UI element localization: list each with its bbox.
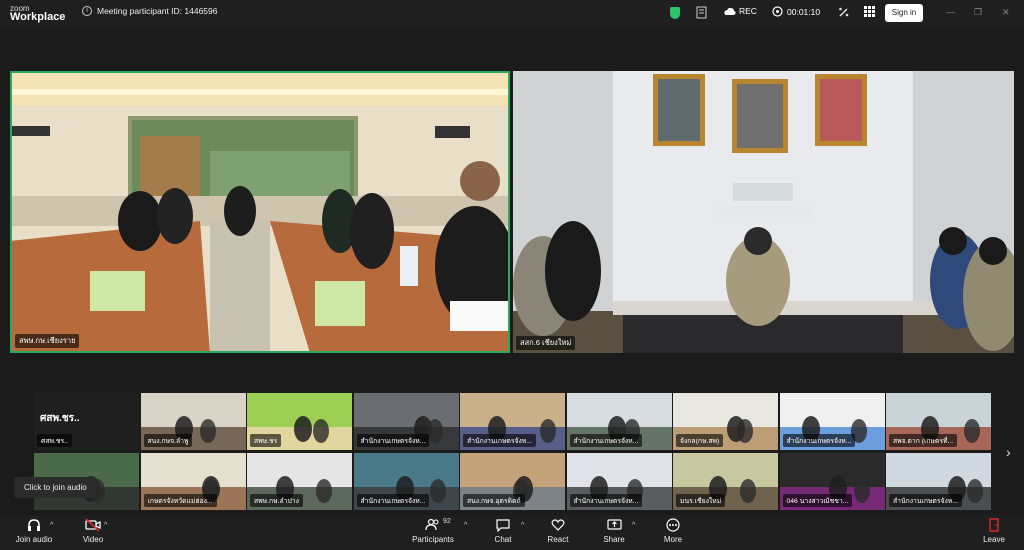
participant-name-label: สำนักงานเกษตรจังห...: [569, 434, 643, 447]
participant-name-label: สนง.กษจ.อุตรดิตถ์: [463, 494, 525, 507]
maximize-icon[interactable]: ❐: [974, 7, 982, 18]
gallery-video-tile[interactable]: สพษ.กษ.ลำปาง: [247, 453, 352, 510]
gallery-video-tile[interactable]: สำนักงานเกษตรจังห...: [779, 393, 885, 450]
gallery-video-tile[interactable]: สนง.กษจ.อุตรดิตถ์: [460, 453, 565, 510]
close-icon[interactable]: ✕: [1002, 7, 1010, 18]
headphones-icon: [14, 518, 54, 535]
participant-name-label: เกษตรจังหวัดแม่ฮ่อง...: [143, 494, 217, 507]
gallery-video-tile[interactable]: สำนักงานเกษตรจังห...: [353, 393, 459, 450]
zoom-window: zoom Workplace i Meeting participant ID:…: [0, 0, 1024, 550]
join-audio-tooltip: Click to join audio: [14, 477, 97, 498]
recording-indicator[interactable]: REC: [724, 6, 757, 16]
rec-label: REC: [739, 6, 757, 16]
cloud-record-icon: [724, 7, 736, 15]
audio-options-chevron-icon[interactable]: ^: [50, 522, 53, 529]
gallery-video-tile[interactable]: สพจ.ตาก (เกษตรที่...: [886, 393, 991, 450]
participant-name-label: สำนักงานเกษตรจังห...: [463, 434, 536, 447]
sign-in-button[interactable]: Sign in: [885, 4, 923, 22]
gallery-video-tile[interactable]: สำนักงานเกษตรจังห...: [886, 453, 991, 510]
gallery-video-tile[interactable]: จังกล(กษ.สพ): [673, 393, 778, 450]
participants-count-badge: 92: [443, 518, 451, 525]
meeting-toolbar: Join audio ^ Video ^ Participants 92 ^ C…: [0, 515, 1024, 550]
participant-name-label: มนร.เชียงใหม่: [676, 494, 726, 507]
share-button[interactable]: Share: [600, 518, 628, 544]
react-button[interactable]: React: [544, 518, 572, 544]
gallery-video-tile[interactable]: สนง.กษจ.ลำพู: [140, 393, 246, 450]
participant-name-label: สนง.กษจ.ลำพู: [143, 434, 193, 447]
info-icon[interactable]: i: [82, 6, 92, 16]
participant-display-name: ศสพ.ชร..: [40, 413, 80, 424]
chat-options-chevron-icon[interactable]: ^: [521, 522, 524, 529]
zoom-logo: zoom Workplace: [10, 4, 66, 23]
more-button[interactable]: More: [660, 518, 686, 544]
minimize-icon[interactable]: —: [946, 7, 955, 17]
clock-icon: [772, 6, 783, 17]
leave-label: Leave: [983, 535, 1005, 544]
gallery-video-tile[interactable]: มนร.เชียงใหม่: [673, 453, 778, 510]
encryption-shield-icon[interactable]: [670, 7, 680, 19]
participant-name-label: สพจ.ตาก (เกษตรที่...: [889, 434, 958, 447]
leave-door-icon: [980, 518, 1008, 535]
top-bar: zoom Workplace i Meeting participant ID:…: [0, 0, 1024, 28]
gallery-video-tile[interactable]: ศสพ.ชร.. ศสพ.ชร..: [34, 393, 139, 450]
meeting-timer: 00:01:10: [772, 6, 820, 17]
participant-name-label: สพษ.กษ.ลำปาง: [250, 494, 303, 507]
whiteboard-pen-icon[interactable]: [838, 6, 850, 21]
video-label: Video: [82, 535, 104, 544]
participant-name-label: สำนักงานเกษตรจังห...: [356, 494, 430, 507]
chat-button[interactable]: Chat: [490, 518, 516, 544]
participant-name-label: สพษ.กษ.เชียงราย: [15, 334, 80, 348]
participant-name-label: สำนักงานเกษตรจังห...: [356, 434, 430, 447]
more-label: More: [663, 535, 683, 544]
heart-icon: [544, 518, 572, 535]
more-dots-icon: [660, 518, 686, 535]
gallery-next-arrow-icon[interactable]: ›: [1006, 444, 1011, 460]
participant-name-label: สำนักงานเกษตรจังห...: [889, 494, 962, 507]
share-options-chevron-icon[interactable]: ^: [632, 522, 635, 529]
share-screen-icon: [600, 518, 628, 535]
grid-view-icon[interactable]: [864, 6, 875, 20]
participant-name-label: สสก.6 เชียงใหม่: [516, 336, 576, 350]
participant-name-label: สำนักงานเกษตรจังห...: [782, 434, 856, 447]
gallery-video-tile[interactable]: สพษ.ชร: [247, 393, 352, 450]
gallery-video-tile[interactable]: สำนักงานเกษตรจังห...: [353, 453, 459, 510]
notes-icon[interactable]: [696, 6, 707, 22]
gallery-strip: ศสพ.ชร.. ศสพ.ชร.. สนง.กษจ.ลำพู สพษ.ชร สำนักง…: [34, 393, 991, 513]
logo-line2: Workplace: [10, 11, 66, 23]
video-options-chevron-icon[interactable]: ^: [104, 522, 107, 529]
gallery-video-tile[interactable]: เกษตรจังหวัดแม่ฮ่อง...: [140, 453, 246, 510]
participants-label: Participants: [412, 535, 454, 544]
gallery-video-tile[interactable]: สำนักงานเกษตรจังห...: [566, 393, 672, 450]
participant-name-label: สำนักงานเกษตรจังห...: [569, 494, 643, 507]
meeting-info[interactable]: i Meeting participant ID: 1446596: [82, 6, 218, 16]
join-audio-button[interactable]: Join audio: [14, 518, 54, 544]
gallery-video-tile[interactable]: สำนักงานเกษตรจังห...: [566, 453, 672, 510]
participant-name-label: ศสพ.ชร..: [37, 434, 72, 447]
meeting-info-text: Meeting participant ID: 1446596: [97, 6, 218, 16]
react-label: React: [547, 535, 569, 544]
share-label: Share: [603, 535, 625, 544]
leave-button[interactable]: Leave: [980, 518, 1008, 544]
video-feed-1: [12, 73, 508, 351]
chat-label: Chat: [494, 535, 512, 544]
timer-text: 00:01:10: [787, 6, 821, 17]
participant-name-label: จังกล(กษ.สพ): [676, 434, 724, 447]
participants-options-chevron-icon[interactable]: ^: [464, 522, 467, 529]
gallery-video-tile[interactable]: 046 นางสาวณัชชา...: [779, 453, 885, 510]
join-audio-label: Join audio: [15, 535, 53, 544]
video-feed-2: [513, 71, 1014, 353]
gallery-video-tile[interactable]: สำนักงานเกษตรจังห...: [460, 393, 565, 450]
participant-name-label: 046 นางสาวณัชชา...: [782, 494, 853, 507]
participant-name-label: สพษ.ชร: [250, 434, 282, 447]
chat-bubble-icon: [490, 518, 516, 535]
video-tile-main-1[interactable]: สพษ.กษ.เชียงราย: [10, 71, 510, 353]
video-tile-main-2[interactable]: สสก.6 เชียงใหม่: [513, 71, 1014, 353]
